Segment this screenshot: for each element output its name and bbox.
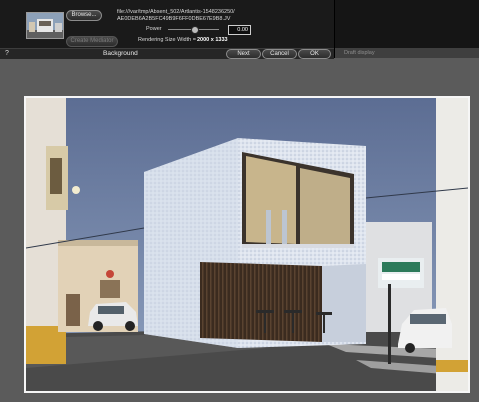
panel-footer: ? Background Next Cancel OK [0, 48, 334, 59]
ok-button[interactable]: OK [298, 49, 331, 59]
file-path-line-1: file:///var/tmp/Absent_502/Artlantis-154… [117, 9, 235, 15]
rendered-image [26, 98, 468, 391]
power-value-field[interactable]: 0.00 [228, 25, 251, 35]
next-button[interactable]: Next [226, 49, 261, 59]
create-mediator-button[interactable]: Create Mediator [66, 36, 118, 47]
background-thumbnail[interactable] [26, 12, 64, 39]
power-slider[interactable] [168, 26, 219, 34]
rendering-size-value: 2000 x 1333 [197, 37, 228, 43]
rendering-size-label: Rendering Size Width = [138, 37, 196, 43]
power-label: Power [146, 26, 162, 32]
render-viewport[interactable] [24, 96, 470, 393]
building-thumbnail-icon [27, 13, 63, 38]
draft-display-label[interactable]: Draft display [344, 50, 375, 56]
file-path: file:///var/tmp/Absent_502/Artlantis-154… [117, 9, 332, 23]
right-panel-strip: Draft display [335, 48, 479, 58]
help-icon[interactable]: ? [5, 50, 9, 57]
power-slider-knob[interactable] [191, 26, 199, 34]
cancel-button[interactable]: Cancel [262, 49, 297, 59]
browse-button[interactable]: Browse... [66, 10, 102, 21]
file-path-line-2: AE0DEB6A2B5FC49B9F6FF0DBE67E9B8.JV [117, 16, 231, 22]
panel-title: Background [103, 50, 138, 57]
